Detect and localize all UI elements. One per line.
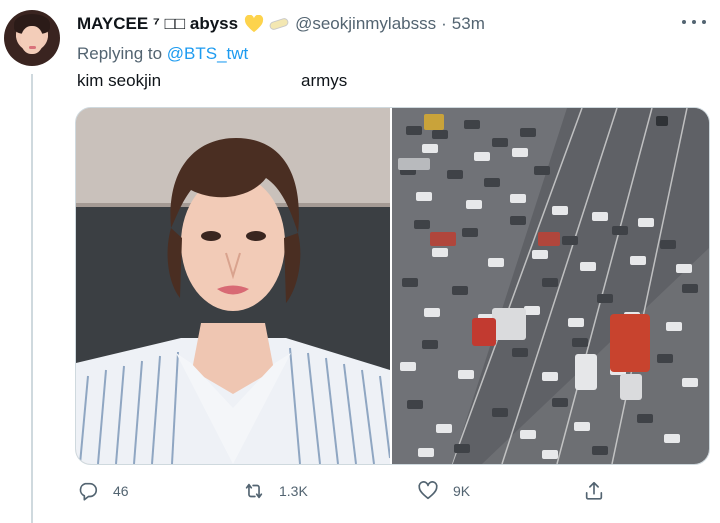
more-icon[interactable]: [682, 12, 706, 32]
selfie-photo: [76, 108, 390, 464]
replying-to: Replying to @BTS_twt: [77, 44, 248, 64]
more-dot: [702, 20, 706, 24]
timestamp[interactable]: 53m: [452, 14, 485, 34]
separator-dot: ·: [441, 14, 447, 33]
like-count: 9K: [453, 483, 471, 499]
display-name[interactable]: MAYCEE ⁷ □□ abyss: [77, 14, 238, 34]
like-button[interactable]: 9K: [417, 480, 470, 502]
reply-button[interactable]: 46: [77, 480, 129, 502]
media-grid: [75, 107, 710, 465]
media-photo-right[interactable]: [392, 108, 709, 464]
like-icon: [418, 481, 438, 500]
tweet-text-right: armys: [301, 71, 348, 90]
avatar-face: [21, 26, 43, 54]
traffic-photo: [392, 108, 709, 464]
more-dot: [682, 20, 686, 24]
badge-icon: [269, 18, 289, 30]
retweet-icon: [245, 483, 263, 499]
replying-to-link[interactable]: @BTS_twt: [167, 44, 249, 63]
user-handle[interactable]: @seokjinmylabsss: [295, 14, 436, 34]
replying-prefix: Replying to: [77, 44, 167, 63]
avatar[interactable]: [4, 10, 60, 66]
share-button[interactable]: [583, 480, 605, 502]
avatar-lips: [29, 46, 36, 49]
tweet-text-left: kim seokjin: [77, 71, 162, 90]
retweet-count: 1.3K: [279, 483, 308, 499]
more-dot: [692, 20, 696, 24]
tweet-header: MAYCEE ⁷ □□ abyss @seokjinmylabsss · 53m: [77, 12, 680, 36]
reply-count: 46: [113, 483, 129, 499]
yellow-heart-icon: [245, 15, 264, 33]
tweet-actions: 46 1.3K 9K: [75, 480, 695, 506]
media-photo-left[interactable]: [76, 108, 390, 464]
share-icon: [585, 481, 603, 500]
thread-line: [31, 74, 33, 523]
retweet-button[interactable]: 1.3K: [243, 480, 308, 502]
reply-icon: [79, 482, 98, 501]
